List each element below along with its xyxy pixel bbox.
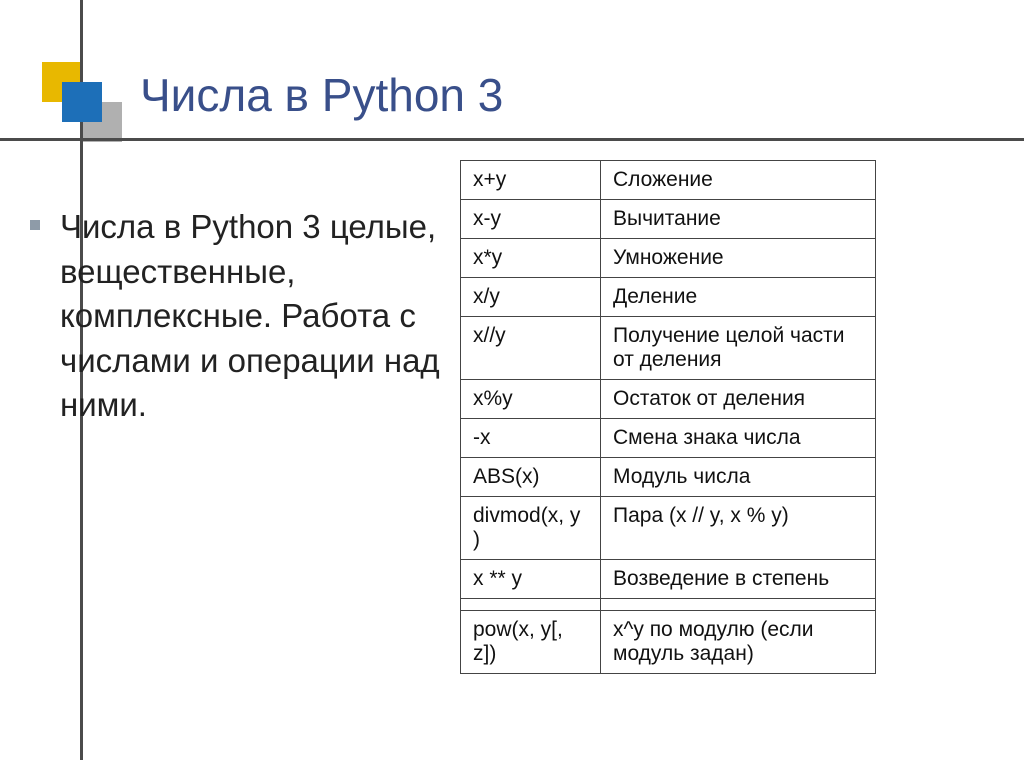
desc-cell: Смена знака числа <box>601 419 876 458</box>
table-row: -xСмена знака числа <box>461 419 876 458</box>
desc-cell: Сложение <box>601 161 876 200</box>
table-row: ABS(x)Модуль числа <box>461 458 876 497</box>
op-cell: x ** y <box>461 560 601 599</box>
table-row: x ** yВозведение в степень <box>461 560 876 599</box>
table-row: x-yВычитание <box>461 200 876 239</box>
operations-table: x+yСложение x-yВычитание x*yУмножение x/… <box>460 160 876 674</box>
op-cell: divmod(x, y ) <box>461 497 601 560</box>
desc-cell: Остаток от деления <box>601 380 876 419</box>
op-cell: pow(x, y[, z]) <box>461 611 601 674</box>
desc-cell: x^y по модулю (если модуль задан) <box>601 611 876 674</box>
table-row: divmod(x, y )Пара (x // y, x % y) <box>461 497 876 560</box>
table-row: x%yОстаток от деления <box>461 380 876 419</box>
op-cell: x/y <box>461 278 601 317</box>
table-row: x+yСложение <box>461 161 876 200</box>
desc-cell: Модуль числа <box>601 458 876 497</box>
table-row: x/yДеление <box>461 278 876 317</box>
table-gap <box>461 599 876 611</box>
op-cell: x%y <box>461 380 601 419</box>
desc-cell: Умножение <box>601 239 876 278</box>
table-row: x//yПолучение целой части от деления <box>461 317 876 380</box>
op-cell: -x <box>461 419 601 458</box>
op-cell: x+y <box>461 161 601 200</box>
op-cell: x*y <box>461 239 601 278</box>
slide-body: Числа в Python 3 целые, вещественные, ко… <box>60 205 440 428</box>
op-cell: ABS(x) <box>461 458 601 497</box>
desc-cell: Возведение в степень <box>601 560 876 599</box>
divider-horizontal <box>0 138 1024 141</box>
table-row: x*yУмножение <box>461 239 876 278</box>
op-cell: x//y <box>461 317 601 380</box>
desc-cell: Пара (x // y, x % y) <box>601 497 876 560</box>
desc-cell: Получение целой части от деления <box>601 317 876 380</box>
desc-cell: Деление <box>601 278 876 317</box>
desc-cell: Вычитание <box>601 200 876 239</box>
bullet-icon <box>30 220 40 230</box>
table-row: pow(x, y[, z])x^y по модулю (если модуль… <box>461 611 876 674</box>
slide-title: Числа в Python 3 <box>140 68 503 122</box>
op-cell: x-y <box>461 200 601 239</box>
